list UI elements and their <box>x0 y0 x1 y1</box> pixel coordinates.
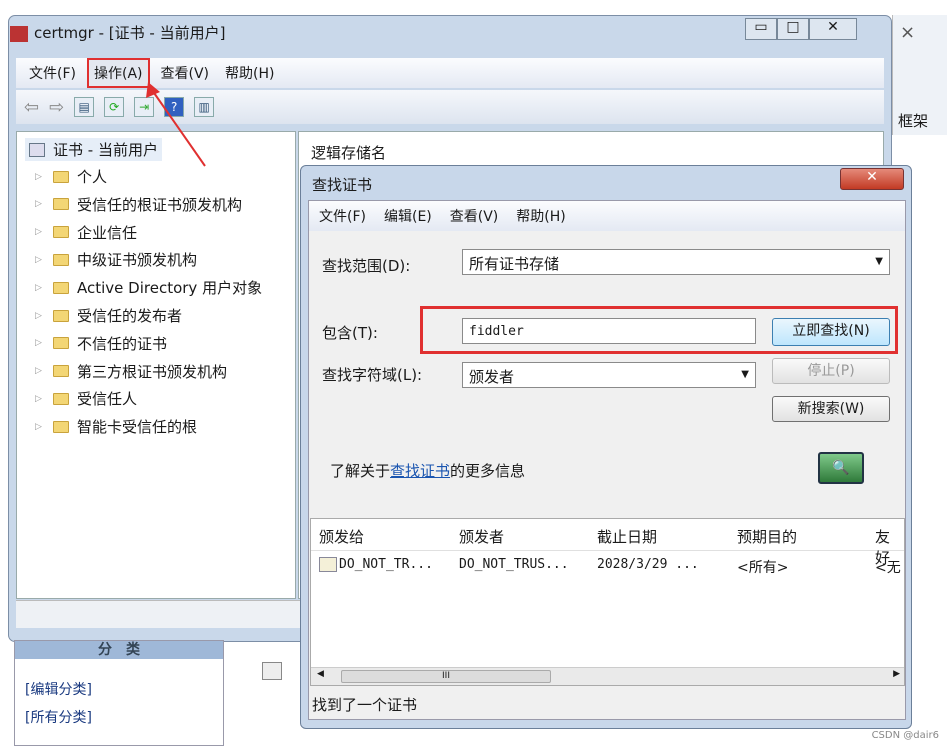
red-arrow <box>146 82 206 167</box>
